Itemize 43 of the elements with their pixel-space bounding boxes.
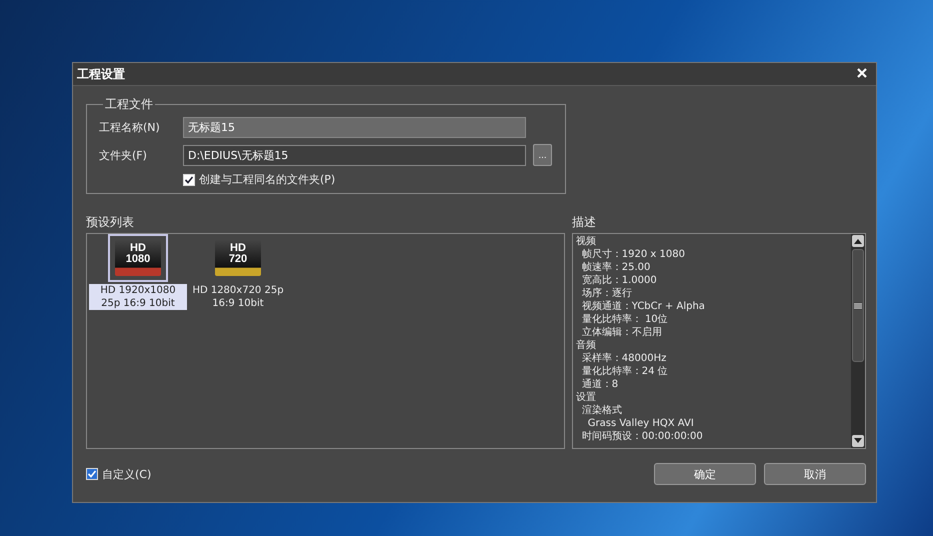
dialog-button[interactable]: 取消 [764, 463, 866, 485]
folder-field[interactable]: D:\EDIUS\无标题15 [183, 144, 526, 166]
badge-text: HD [130, 243, 146, 254]
scroll-down-icon[interactable] [852, 435, 864, 447]
description-label: 描述 [572, 214, 597, 231]
badge-text: 720 [228, 254, 248, 265]
description-line: 立体编辑：不启用 [580, 326, 663, 339]
scrollbar[interactable] [851, 234, 865, 448]
group-title: 工程文件 [104, 96, 154, 113]
description-line: 视频 [576, 235, 597, 248]
name-field[interactable]: 无标题15 [183, 117, 526, 138]
description-line: 帧尺寸：1920 x 1080 [580, 248, 686, 261]
description-line: 采样率：48000Hz [580, 352, 668, 365]
description-line: 帧速率：25.00 [580, 261, 652, 274]
folder-label: 文件夹(F) [99, 148, 148, 162]
badge-text: HD [230, 243, 246, 254]
preset-list-label: 预设列表 [86, 214, 135, 231]
description-line: Grass Valley HQX AVI [586, 417, 695, 430]
checkbox-label: 自定义(C) [102, 466, 152, 482]
name-label: 工程名称(N) [99, 120, 161, 135]
description-line: 宽高比：1.0000 [580, 274, 658, 287]
description-line: 时间码预设：00:00:00:00 [580, 430, 704, 443]
checkbox-label: 创建与工程同名的文件夹(P) [199, 172, 336, 187]
description-line: 设置 [576, 391, 597, 404]
preset-caption: HD 1280x720 25p 16:9 10bit [191, 284, 285, 310]
description-line: 渲染格式 [580, 404, 623, 417]
dialog-button[interactable]: 确定 [654, 463, 756, 485]
preset-item[interactable]: HD 720 [208, 234, 268, 282]
description-line: 音频 [576, 339, 597, 352]
window-title: 工程设置 [77, 66, 125, 82]
preset-caption: HD 1920x1080 25p 16:9 10bit [89, 284, 187, 310]
badge-text: 1080 [126, 254, 150, 265]
description-line: 通道：8 [580, 378, 620, 391]
scroll-thumb[interactable] [852, 249, 864, 362]
description-line: 场序：逐行 [580, 287, 633, 300]
description-line: 量化比特率：24 位 [580, 365, 669, 378]
checkbox[interactable] [86, 468, 98, 480]
description-line: 视频通道：YCbCr + Alpha [580, 300, 706, 313]
scroll-up-icon[interactable] [852, 235, 864, 247]
description-line: 量化比特率： 10位 [580, 313, 669, 326]
preset-item[interactable]: HD 1080 [108, 234, 168, 282]
checkbox[interactable] [183, 174, 195, 186]
browse-button[interactable]: ... [533, 144, 552, 166]
